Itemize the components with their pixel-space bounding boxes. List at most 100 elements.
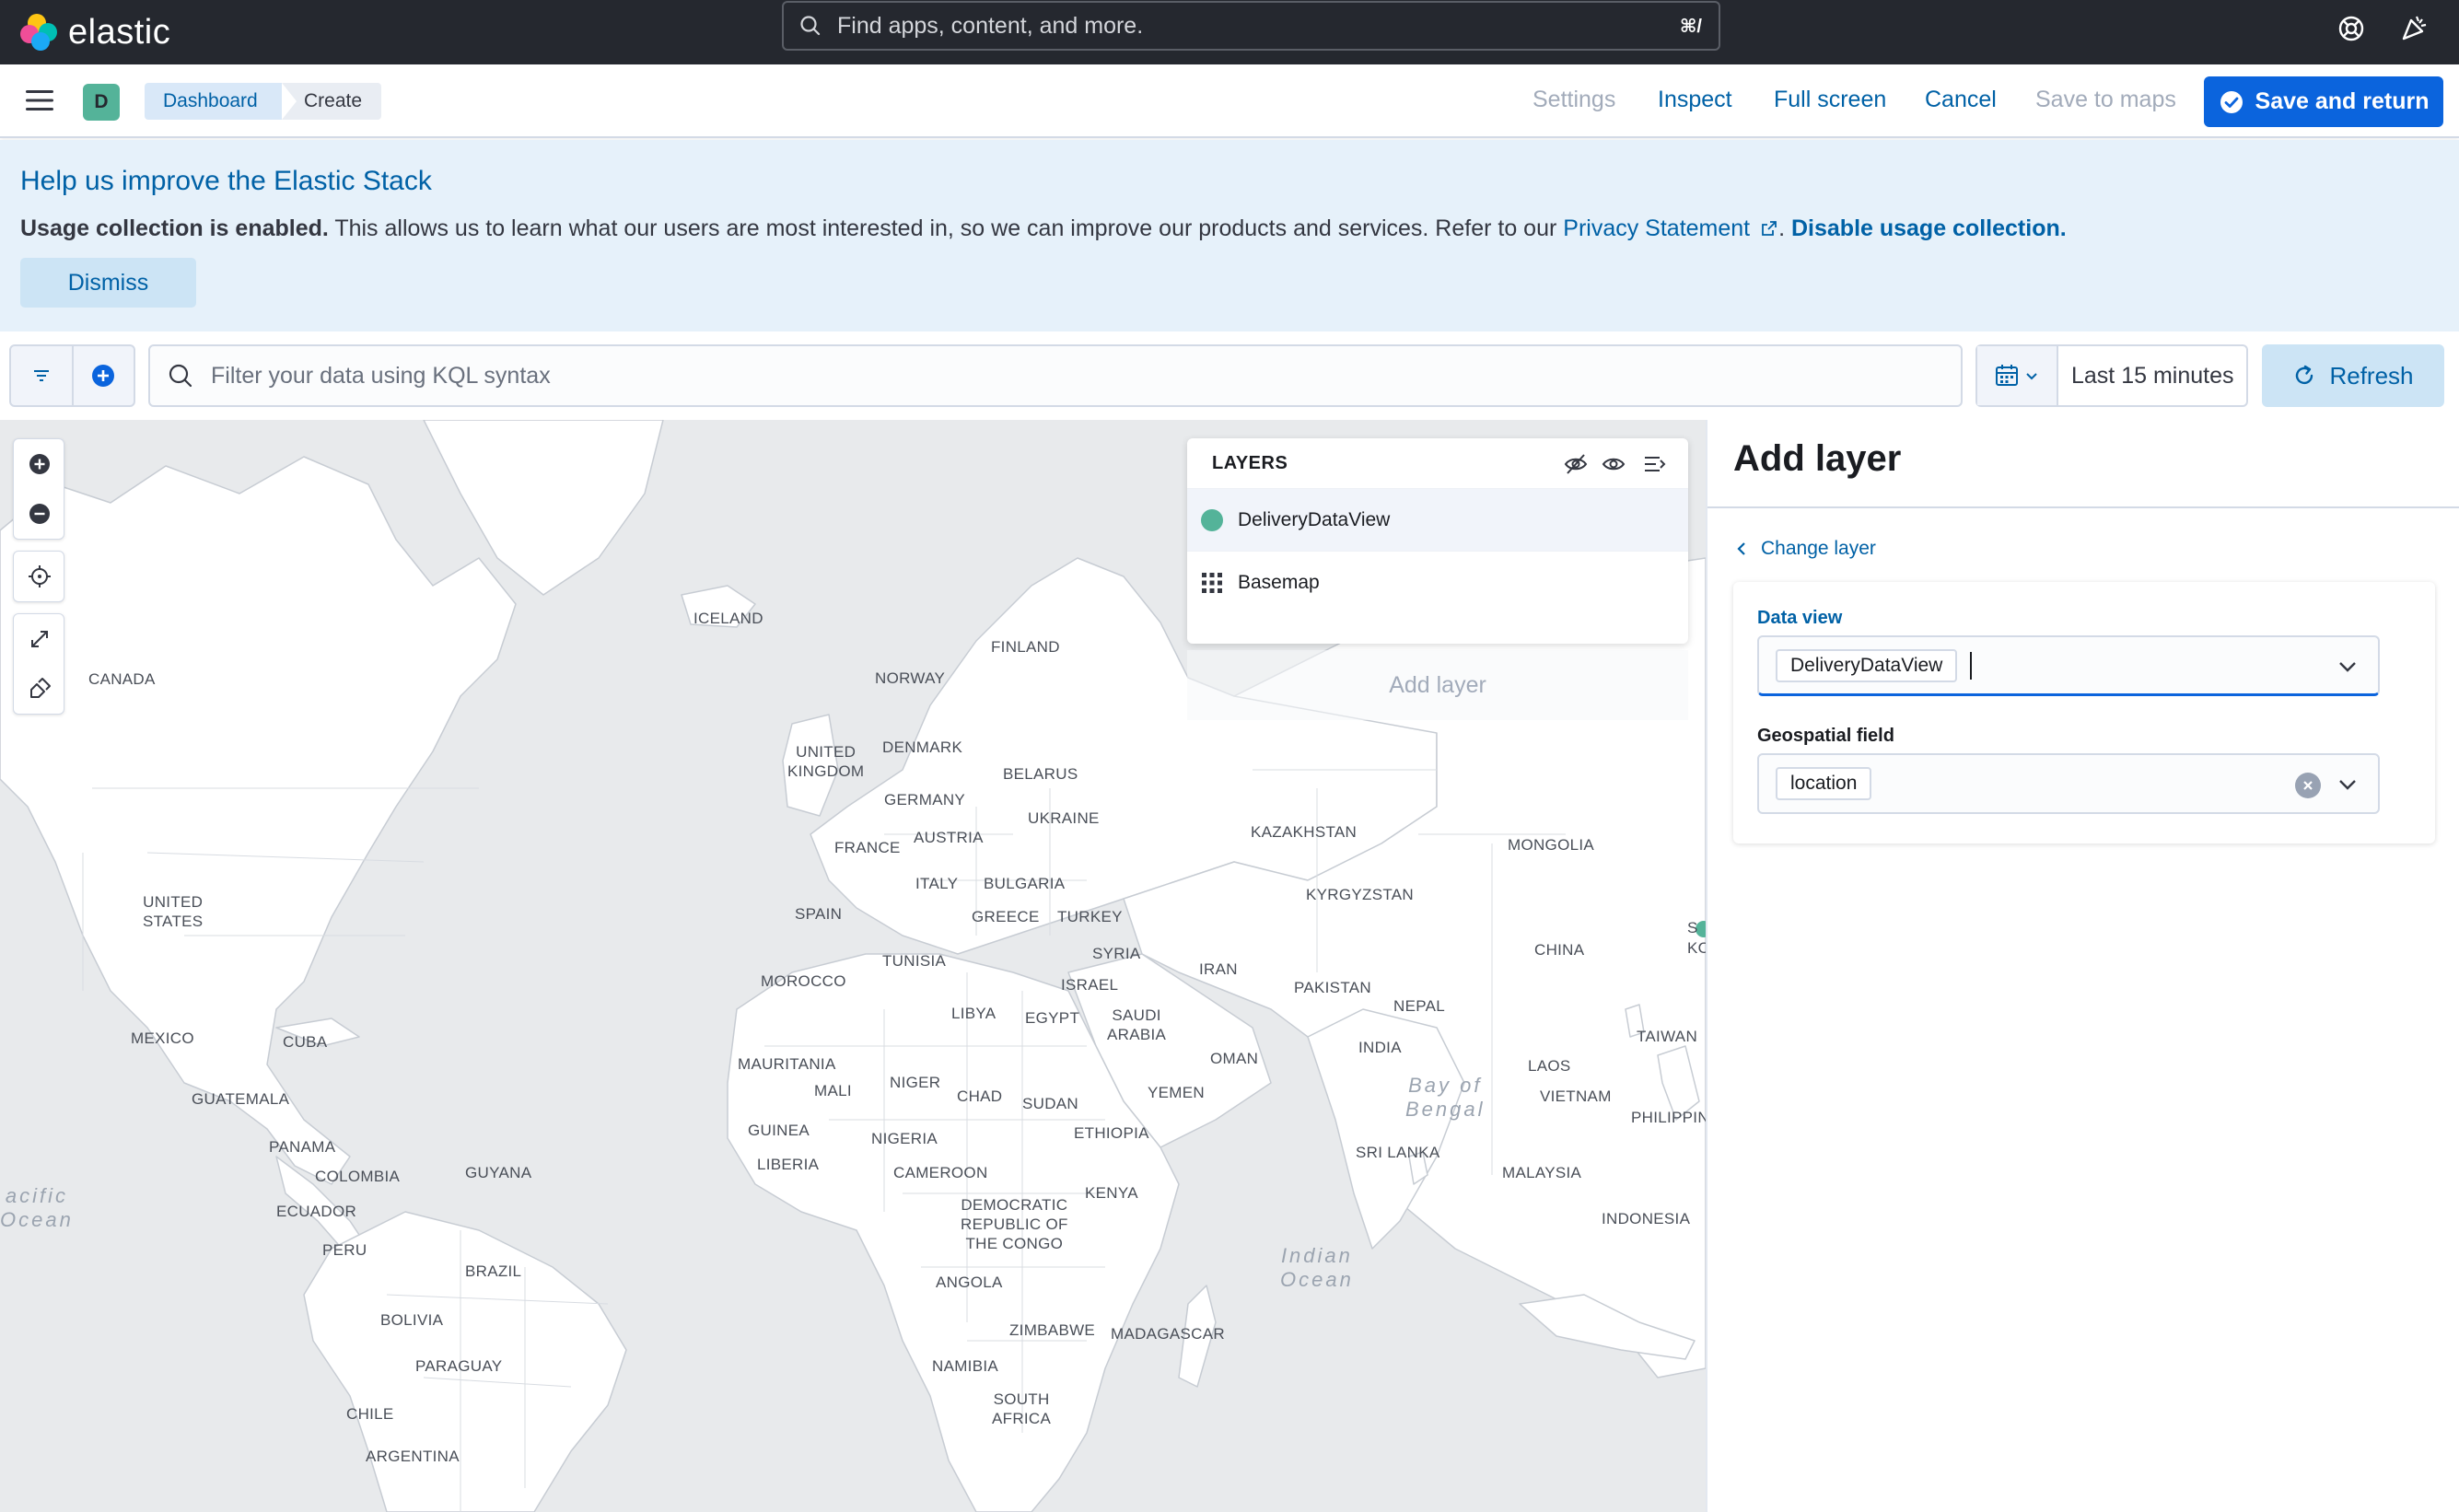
map-label-saudi-arabia: SAUDI ARABIA: [1107, 1006, 1167, 1043]
kql-query-input[interactable]: Filter your data using KQL syntax: [148, 344, 1963, 407]
map-label-iceland: ICELAND: [693, 610, 763, 627]
brand-name: elastic: [68, 12, 171, 52]
map-label-namibia: NAMIBIA: [932, 1357, 999, 1375]
add-filter-button[interactable]: [74, 346, 134, 405]
geospatial-field-label: Geospatial field: [1757, 726, 1894, 746]
dismiss-button[interactable]: Dismiss: [20, 258, 196, 308]
map-label-libya: LIBYA: [951, 1005, 996, 1022]
settings-link[interactable]: Settings: [1533, 87, 1615, 113]
eye-closed-icon[interactable]: [1563, 451, 1589, 477]
save-and-return-label: Save and return: [2255, 88, 2430, 114]
map-label-egypt: EGYPT: [1025, 1009, 1080, 1027]
map-label-paraguay: PARAGUAY: [415, 1357, 503, 1375]
map-label-tunisia: TUNISIA: [882, 952, 947, 970]
kql-placeholder: Filter your data using KQL syntax: [211, 362, 551, 389]
map-label-philippines: PHILIPPIN: [1631, 1109, 1706, 1126]
map-label-taiwan: TAIWAN: [1637, 1028, 1698, 1045]
map-label-argentina: ARGENTINA: [366, 1448, 460, 1465]
callout-title: Help us improve the Elastic Stack: [20, 166, 432, 196]
zoom-out-button[interactable]: [14, 489, 65, 539]
map-controls: [13, 438, 64, 726]
ocean-label-bay-of-bengal: Bay of Bengal: [1405, 1074, 1486, 1121]
map-label-finland: FINLAND: [991, 638, 1060, 656]
map-label-ukraine: UKRAINE: [1028, 809, 1100, 827]
map-label-nepal: NEPAL: [1393, 997, 1445, 1015]
map-label-sudan: SUDAN: [1022, 1095, 1079, 1112]
disable-usage-link[interactable]: Disable usage collection.: [1791, 215, 2067, 241]
map-label-india: INDIA: [1358, 1039, 1402, 1056]
breadcrumb-dashboard[interactable]: Dashboard: [145, 83, 297, 120]
spatial-filter-button[interactable]: [14, 664, 65, 714]
map-label-pakistan: PAKISTAN: [1294, 979, 1371, 996]
external-link-icon: [1762, 221, 1777, 236]
time-range-display[interactable]: Last 15 minutes: [2071, 363, 2234, 390]
layer-item-basemap[interactable]: Basemap: [1187, 551, 1688, 613]
zoom-in-button[interactable]: [14, 439, 65, 489]
collapse-panel-icon[interactable]: [1642, 451, 1668, 477]
change-layer-label: Change layer: [1761, 538, 1876, 559]
full-screen-link[interactable]: Full screen: [1774, 87, 1886, 113]
map-label-italy: ITALY: [915, 875, 959, 892]
draw-tool-icon: [30, 678, 51, 698]
plus-circle-icon: [92, 365, 115, 387]
check-circle-icon: [2220, 90, 2243, 113]
callout-separator: .: [1778, 215, 1791, 241]
map-label-cut-ko: KO: [1687, 939, 1706, 957]
add-layer-button[interactable]: Add layer: [1187, 650, 1688, 720]
map-label-panama: PANAMA: [269, 1138, 336, 1156]
cancel-link[interactable]: Cancel: [1925, 87, 1997, 113]
global-header: elastic Find apps, content, and more. ⌘/: [0, 0, 2459, 64]
refresh-button[interactable]: Refresh: [2262, 344, 2444, 407]
map-label-france: FRANCE: [834, 839, 901, 856]
map-label-mongolia: MONGOLIA: [1508, 836, 1595, 854]
layer-control-header: LAYERS: [1187, 438, 1688, 488]
map-label-norway: NORWAY: [875, 669, 946, 687]
map-label-kyrgyzstan: KYRGYZSTAN: [1306, 886, 1414, 903]
dot-icon: [1201, 508, 1223, 531]
save-to-maps-link[interactable]: Save to maps: [2035, 87, 2176, 113]
filter-controls: [9, 344, 135, 407]
news-feed-icon[interactable]: [2398, 13, 2430, 44]
zoom-controls: [13, 438, 64, 540]
panel-title: Add layer: [1733, 438, 1902, 479]
map-label-guatemala: GUATEMALA: [192, 1090, 290, 1108]
map-label-guinea: GUINEA: [748, 1122, 810, 1139]
measure-button[interactable]: [14, 614, 65, 664]
global-search-input[interactable]: Find apps, content, and more. ⌘/: [782, 1, 1720, 51]
menu-icon[interactable]: [26, 88, 53, 112]
map-label-kenya: KENYA: [1085, 1184, 1138, 1202]
map-label-ecuador: ECUADOR: [276, 1203, 357, 1220]
chevron-down-icon[interactable]: [2336, 773, 2360, 797]
map-label-austria: AUSTRIA: [914, 829, 984, 846]
filter-menu-button[interactable]: [11, 346, 74, 405]
chevron-down-icon[interactable]: [2336, 655, 2360, 679]
data-view-select[interactable]: DeliveryDataView: [1757, 635, 2380, 696]
space-avatar[interactable]: D: [83, 84, 120, 121]
draw-tools: [13, 613, 64, 715]
save-and-return-button[interactable]: Save and return: [2204, 76, 2443, 127]
map-label-mali: MALI: [814, 1082, 852, 1099]
map-label-laos: LAOS: [1528, 1057, 1571, 1075]
expand-arrows-icon: [31, 631, 48, 647]
change-layer-link[interactable]: Change layer: [1735, 538, 1876, 560]
map-label-iran: IRAN: [1199, 960, 1238, 978]
add-layer-panel: Add layer Change layer Data view Deliver…: [1706, 420, 2459, 1512]
map-label-united-states: UNITED STATES: [143, 893, 204, 930]
geospatial-field-select[interactable]: location: [1757, 753, 2380, 814]
grid-icon: [1202, 572, 1222, 593]
telemetry-callout: Help us improve the Elastic Stack Usage …: [0, 140, 2459, 331]
clear-icon[interactable]: [2295, 773, 2321, 798]
callout-body: Usage collection is enabled. This allows…: [20, 215, 2067, 242]
help-icon[interactable]: [2336, 13, 2367, 44]
fit-to-data-button[interactable]: [14, 552, 65, 601]
elastic-logo[interactable]: elastic: [20, 9, 170, 55]
ocean-label-indian: Indian Ocean: [1280, 1244, 1354, 1291]
privacy-statement-link[interactable]: Privacy Statement: [1563, 215, 1750, 241]
data-view-pill: DeliveryDataView: [1776, 648, 1958, 682]
quick-select-button[interactable]: [1977, 346, 2058, 405]
map-label-drc: DEMOCRATIC REPUBLIC OF THE CONGO: [961, 1196, 1068, 1252]
layer-item-deliverydataview[interactable]: DeliveryDataView: [1187, 488, 1688, 551]
inspect-link[interactable]: Inspect: [1658, 87, 1732, 113]
map-label-cut-s: S: [1687, 919, 1698, 936]
eye-icon[interactable]: [1601, 451, 1626, 477]
